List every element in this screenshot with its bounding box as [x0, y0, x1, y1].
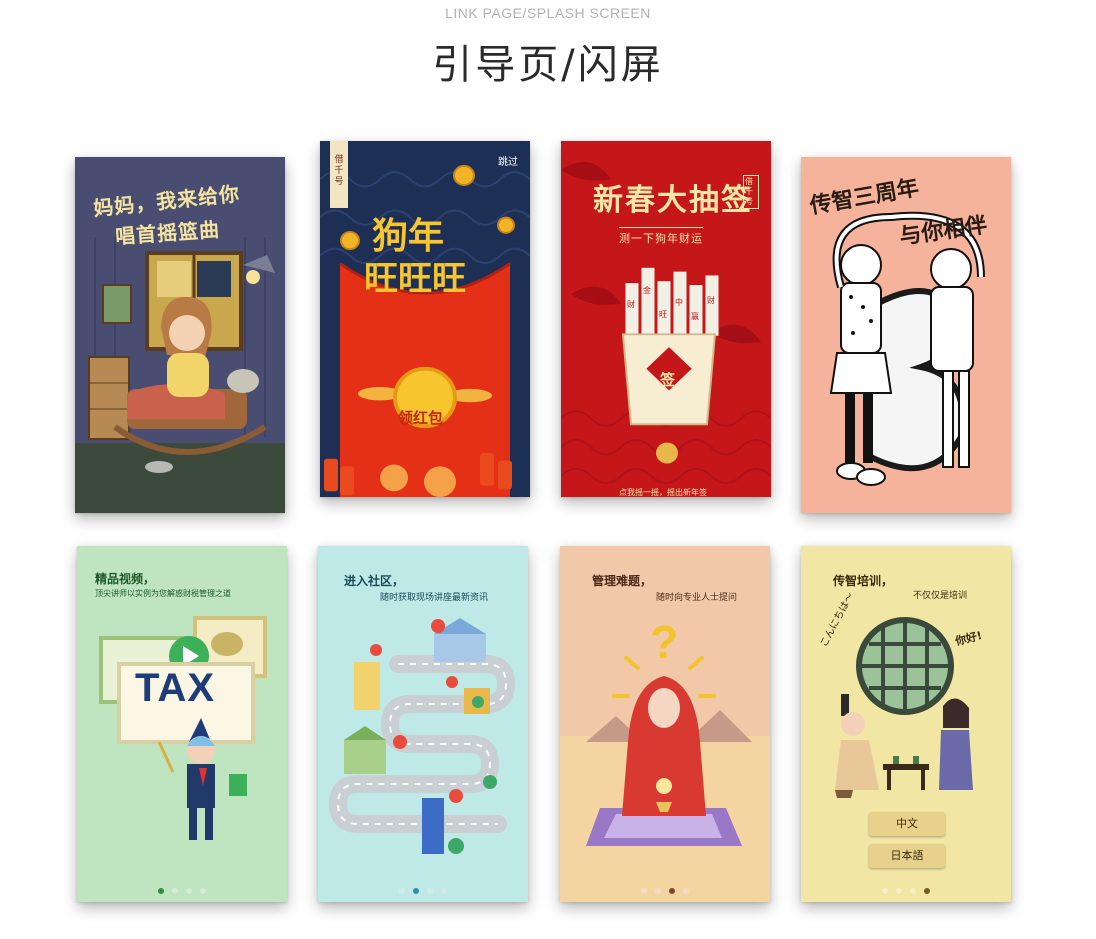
lottery-stick-4: 中	[675, 298, 683, 307]
lottery-stick-1: 财	[627, 300, 635, 309]
community-subheading: 随时获取现场讲座最新资讯	[380, 593, 489, 603]
questions-subheading: 随时向专业人士提问	[656, 593, 738, 603]
japanese-language-button[interactable]: 日本語	[869, 844, 945, 868]
lottery-stick-6: 财	[707, 296, 715, 305]
community-heading: 进入社区，	[344, 574, 405, 588]
training-heading2: 不仅仅是培训	[913, 591, 968, 601]
chinese-language-button[interactable]: 中文	[869, 812, 945, 836]
red-packet-headline2: 旺旺旺	[364, 259, 466, 299]
page-dot-1[interactable]	[399, 888, 405, 894]
splash-card-lottery: 新春大抽签 借千号 测一下狗年财运 财 金 旺 中 赢 财 签 点我摇一摇，摇出…	[561, 141, 771, 497]
lottery-stick-5: 赢	[691, 312, 699, 321]
red-packet-illustration	[320, 141, 530, 497]
page-dot-4[interactable]	[924, 888, 930, 894]
lottery-stick-2: 金	[643, 286, 651, 295]
shake-hint[interactable]: 点我摇一摇，摇出新年签	[619, 487, 707, 497]
page-title: 引导页/闪屏	[432, 42, 664, 88]
page-dot-3[interactable]	[910, 888, 916, 894]
tax-subheading: 顶尖讲师以实例为您解惑财税管理之道	[95, 589, 231, 598]
page-dot-1[interactable]	[882, 888, 888, 894]
tax-page-dots	[77, 888, 287, 894]
page-dot-4[interactable]	[200, 888, 206, 894]
page-dot-1[interactable]	[641, 888, 647, 894]
lottery-brand: 借千号	[743, 175, 759, 209]
community-page-dots	[318, 888, 528, 894]
tax-board-text: TAX	[135, 666, 216, 710]
claim-red-packet-button[interactable]: 领红包	[398, 407, 443, 428]
page-dot-2[interactable]	[172, 888, 178, 894]
training-heading: 传智培训，	[833, 574, 894, 588]
svg-text:?: ?	[650, 616, 678, 668]
splash-card-red-packet: 借千号 跳过 狗年 旺旺旺 领红包	[320, 141, 530, 497]
lottery-tagline: 测一下狗年财运	[619, 227, 703, 246]
splash-card-community: 进入社区， 随时获取现场讲座最新资讯	[318, 546, 528, 902]
splash-card-videos: TAX 精品视频， 顶尖讲师以实例为您解惑财税管理之道	[77, 546, 287, 902]
page-dot-1[interactable]	[158, 888, 164, 894]
tax-illustration	[77, 546, 287, 902]
splash-card-questions: ? 管理难题， 随时向专业人士提问	[560, 546, 770, 902]
splash-card-training: 传智培训， 不仅仅是培训 こんにちは～ 你好! 中文 日本語	[801, 546, 1011, 902]
tax-heading: 精品视频，	[95, 572, 156, 586]
page-dot-4[interactable]	[683, 888, 689, 894]
page-dot-2[interactable]	[896, 888, 902, 894]
splash-card-lullaby: 妈妈，我来给你 唱首摇篮曲	[75, 157, 285, 513]
red-packet-brand: 借千号	[334, 155, 344, 187]
lottery-stick-3: 旺	[659, 310, 667, 319]
splash-card-anniversary: 传智三周年 与你相伴	[801, 157, 1011, 513]
page-dot-2[interactable]	[413, 888, 419, 894]
page-dot-3[interactable]	[186, 888, 192, 894]
page-subtitle: LINK PAGE/SPLASH SCREEN	[445, 5, 651, 21]
questions-heading: 管理难题，	[592, 574, 653, 588]
training-page-dots	[801, 888, 1011, 894]
lottery-seal: 签	[660, 371, 676, 389]
questions-page-dots	[560, 888, 770, 894]
page-dot-3[interactable]	[427, 888, 433, 894]
page-dot-3[interactable]	[669, 888, 675, 894]
page-dot-2[interactable]	[655, 888, 661, 894]
page-dot-4[interactable]	[441, 888, 447, 894]
lottery-title: 新春大抽签	[593, 183, 753, 218]
skip-button[interactable]: 跳过	[498, 153, 518, 168]
